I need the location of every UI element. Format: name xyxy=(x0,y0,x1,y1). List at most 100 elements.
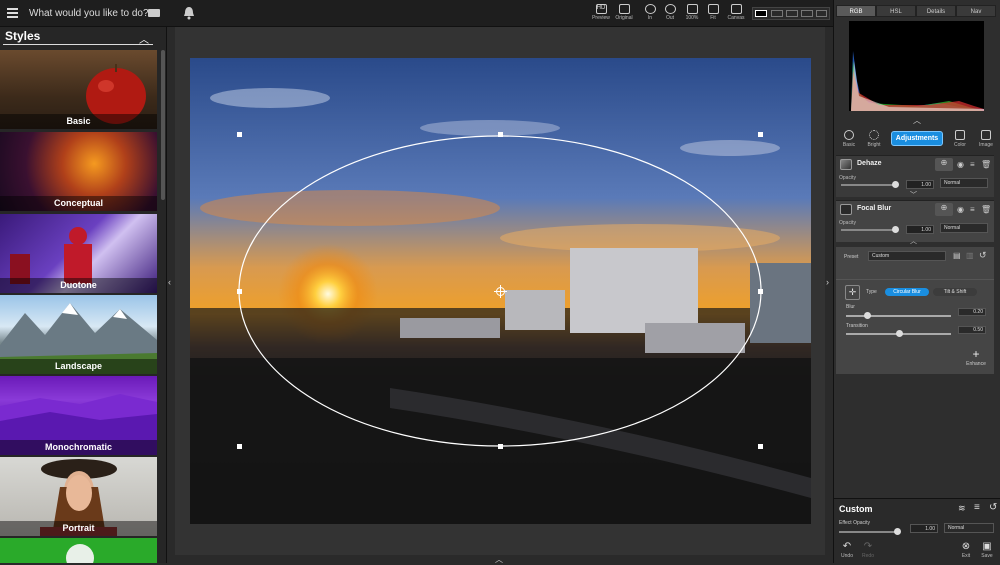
enhance-label: Enhance xyxy=(966,361,986,367)
canvas-label: Canvas xyxy=(727,15,745,21)
bell-icon[interactable] xyxy=(183,6,195,20)
target-icon[interactable]: ✛ xyxy=(845,285,860,300)
style-tile-monochromatic[interactable]: Monochromatic xyxy=(0,376,157,455)
exit-label: Exit xyxy=(961,553,971,559)
handle-bottom-left[interactable] xyxy=(237,444,242,449)
chevron-down-icon[interactable]: ﹀ xyxy=(910,190,917,200)
center-crosshair-icon[interactable] xyxy=(494,285,507,298)
type-label: Type xyxy=(866,289,877,295)
fit-label: Fit xyxy=(710,15,716,21)
opacity-slider[interactable] xyxy=(841,184,896,186)
single-view-icon[interactable] xyxy=(755,10,767,17)
trash-icon[interactable]: 🗑 xyxy=(981,205,991,214)
split-horizontal-icon[interactable] xyxy=(786,10,798,17)
zoom-out-button[interactable]: Out xyxy=(659,4,681,21)
tab-details[interactable]: Details xyxy=(916,5,956,17)
collapse-right-icon[interactable]: › xyxy=(826,277,829,287)
transition-value[interactable]: 0.50 xyxy=(958,326,986,334)
style-tile-duotone[interactable]: Duotone xyxy=(0,214,157,293)
reset-icon[interactable]: ↺ xyxy=(989,502,997,513)
grid-view-icon[interactable] xyxy=(816,10,827,17)
opacity-value[interactable]: 1.00 xyxy=(906,180,934,189)
photo[interactable] xyxy=(190,58,811,524)
undo-button[interactable]: ↶ Undo xyxy=(837,541,857,559)
clear-icon[interactable] xyxy=(148,9,160,17)
style-tile-basic[interactable]: Basic xyxy=(0,50,157,129)
eye-icon[interactable]: ◉ xyxy=(957,160,964,169)
tab-hsl[interactable]: HSL xyxy=(876,5,916,17)
collapse-histogram-icon[interactable]: ︿ xyxy=(913,115,921,126)
trash-icon[interactable]: ▥ xyxy=(966,251,974,260)
transition-label: Transition xyxy=(846,323,868,329)
blur-slider[interactable] xyxy=(846,315,951,317)
canvas-button[interactable]: Canvas xyxy=(725,4,747,21)
handle-top-right[interactable] xyxy=(758,132,763,137)
layers-icon[interactable]: ≋ xyxy=(958,503,966,514)
add-mask-icon[interactable]: ⊕ xyxy=(935,158,953,171)
effect-opacity-value[interactable]: 1.00 xyxy=(910,524,938,533)
collapse-bottom-icon[interactable]: ︿ xyxy=(495,554,503,565)
menu-icon[interactable] xyxy=(7,8,18,18)
menu-icon[interactable]: ≡ xyxy=(970,205,975,214)
effect-blend-mode-select[interactable]: Normal xyxy=(944,523,994,533)
style-tile-conceptual[interactable]: Conceptual xyxy=(0,132,157,211)
reset-icon[interactable]: ↺ xyxy=(979,250,987,261)
blur-value[interactable]: 0.20 xyxy=(958,308,986,316)
trash-icon[interactable]: 🗑 xyxy=(981,160,991,169)
style-tile-landscape[interactable]: Landscape xyxy=(0,295,157,374)
styles-header[interactable]: Styles ︿ xyxy=(0,27,160,46)
opacity-slider-knob[interactable] xyxy=(892,181,899,188)
exit-button[interactable]: ⊗ Exit xyxy=(956,541,976,559)
style-tile-portrait[interactable]: Portrait xyxy=(0,457,157,536)
opacity-value[interactable]: 1.00 xyxy=(906,225,934,234)
document-icon[interactable]: ▤ xyxy=(953,251,961,260)
preset-select[interactable]: Custom xyxy=(868,251,946,261)
handle-left[interactable] xyxy=(237,289,242,294)
tab-bright[interactable]: Bright xyxy=(863,130,885,148)
collapse-left-icon[interactable]: ‹ xyxy=(168,277,171,287)
blend-mode-select[interactable]: Normal xyxy=(940,223,988,233)
eye-icon[interactable]: ◉ xyxy=(957,205,964,214)
style-tile-next[interactable] xyxy=(0,538,157,563)
tab-adjustments[interactable]: Adjustments xyxy=(891,131,943,146)
effect-opacity-knob[interactable] xyxy=(894,528,901,535)
handle-right[interactable] xyxy=(758,289,763,294)
layout-toggle[interactable] xyxy=(752,7,830,20)
circular-blur-option[interactable]: Circular Blur xyxy=(885,288,929,296)
tab-color[interactable]: Color xyxy=(949,130,971,148)
redo-button[interactable]: ↷ Redo xyxy=(858,541,878,559)
compare-view-icon[interactable] xyxy=(801,10,813,17)
dehaze-icon xyxy=(840,159,852,170)
handle-bottom[interactable] xyxy=(498,444,503,449)
transition-slider-knob[interactable] xyxy=(895,330,903,337)
search-bar[interactable]: What would you like to do? xyxy=(0,0,167,27)
tab-basic[interactable]: Basic xyxy=(838,130,860,148)
blur-slider-knob[interactable] xyxy=(864,312,871,319)
tab-rgb[interactable]: RGB xyxy=(836,5,876,17)
handle-top[interactable] xyxy=(498,132,503,137)
add-mask-icon[interactable]: ⊕ xyxy=(935,203,953,216)
preview-button[interactable]: HD Preview xyxy=(590,4,612,21)
opacity-slider-knob[interactable] xyxy=(892,226,899,233)
zoom-in-button[interactable]: In xyxy=(639,4,661,21)
save-button[interactable]: ▣ Save xyxy=(977,541,997,559)
tab-image[interactable]: Image xyxy=(975,130,997,148)
search-input[interactable]: What would you like to do? xyxy=(29,8,149,19)
tilt-shift-option[interactable]: Tilt & Shift xyxy=(933,288,977,296)
blend-mode-select[interactable]: Normal xyxy=(940,178,988,188)
undo-icon: ↶ xyxy=(842,541,852,552)
handle-top-left[interactable] xyxy=(237,132,242,137)
zoom-100-button[interactable]: 100% xyxy=(681,4,703,21)
chevron-up-icon[interactable]: ︿ xyxy=(910,236,917,246)
menu-icon[interactable]: ≡ xyxy=(974,502,980,513)
original-button[interactable]: Original xyxy=(613,4,635,21)
handle-bottom-right[interactable] xyxy=(758,444,763,449)
tab-nav[interactable]: Nav xyxy=(956,5,996,17)
enhance-button[interactable]: + Enhance xyxy=(964,347,988,367)
fit-button[interactable]: Fit xyxy=(702,4,724,21)
effect-opacity-slider[interactable] xyxy=(839,531,899,533)
menu-icon[interactable]: ≡ xyxy=(970,160,975,169)
scrollbar[interactable] xyxy=(161,50,165,200)
split-view-icon[interactable] xyxy=(771,10,783,17)
opacity-slider[interactable] xyxy=(841,229,896,231)
